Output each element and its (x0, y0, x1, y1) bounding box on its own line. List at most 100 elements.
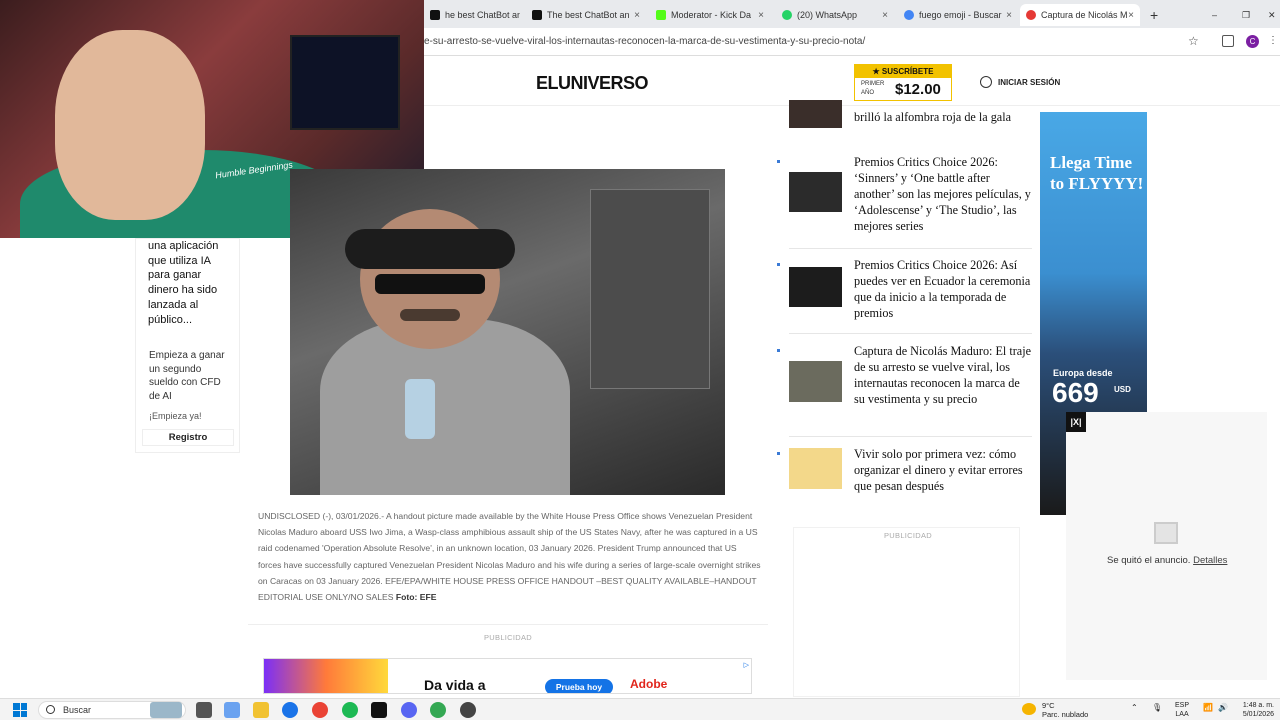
related-item-4[interactable]: Captura de Nicolás Maduro: El traje de s… (777, 343, 1032, 428)
ad-try-button[interactable]: Prueba hoy (545, 679, 613, 693)
tab-chatbot-2[interactable]: The best ChatBot an × (526, 4, 646, 26)
chevron-up-icon[interactable]: ⌃ (1131, 703, 1138, 712)
related-item-5[interactable]: Vivir solo por primera vez: cómo organiz… (777, 446, 1032, 501)
obs-icon[interactable] (460, 702, 476, 718)
chrome-profile-icon[interactable] (430, 702, 446, 718)
language-indicator[interactable]: ESP LAA (1175, 701, 1189, 719)
microphone-icon[interactable]: 🎙 (1152, 703, 1162, 712)
related-thumb[interactable] (789, 100, 842, 128)
maximize-icon[interactable]: ❐ (1236, 4, 1252, 26)
widgets-icon[interactable] (150, 702, 182, 718)
related-title[interactable]: Premios Critics Choice 2026: ‘Sinners’ y… (854, 154, 1032, 234)
weather-temp: 9°C (1042, 701, 1055, 710)
spotify-icon[interactable] (342, 702, 358, 718)
register-button[interactable]: Registro (142, 429, 234, 446)
photo-credit: Foto: EFE (395, 592, 437, 603)
login-label: INICIAR SESIÓN (998, 77, 1061, 87)
profile-avatar[interactable]: C (1246, 35, 1259, 48)
list-bullet (777, 160, 780, 163)
task-view-icon[interactable] (196, 702, 212, 718)
extensions-icon[interactable] (1222, 35, 1234, 47)
site-logo[interactable]: ELUNIVERSO (536, 73, 649, 94)
new-tab-button[interactable]: + (1144, 4, 1164, 26)
tab-chatbot-1[interactable]: he best ChatBot an × (424, 4, 520, 26)
weather-icon (1022, 703, 1036, 715)
left-ad-description: Empieza a ganar un segundo sueldo con CF… (149, 350, 225, 402)
tab-label: he best ChatBot an (445, 10, 520, 20)
list-bullet (777, 263, 780, 266)
close-window-icon[interactable]: ✕ (1262, 4, 1278, 26)
close-icon[interactable]: × (1128, 10, 1134, 21)
list-bullet (777, 349, 780, 352)
copilot-icon[interactable] (224, 702, 240, 718)
tab-whatsapp[interactable]: (20) WhatsApp × (776, 4, 894, 26)
related-item-2[interactable]: Premios Critics Choice 2026: ‘Sinners’ y… (777, 154, 1032, 244)
related-title[interactable]: Captura de Nicolás Maduro: El traje de s… (854, 343, 1032, 407)
tab-label: (20) WhatsApp (797, 10, 858, 20)
related-item-1[interactable]: brilló la alfombra roja de la gala (777, 100, 1032, 140)
left-ad-cta[interactable]: ¡Empieza ya! (149, 411, 202, 421)
photo-bottle (405, 379, 435, 439)
clock[interactable]: 1:48 a. m. 5/01/2026 (1236, 701, 1274, 719)
close-icon[interactable]: × (1006, 10, 1012, 21)
ad-brand: Adobe (630, 677, 668, 691)
tab-label: Moderator - Kick Da (671, 10, 752, 20)
bookmark-star-icon[interactable]: ☆ (1188, 34, 1199, 48)
clock-time: 1:48 a. m. (1242, 702, 1274, 709)
related-thumb[interactable] (789, 361, 842, 402)
tab-kick[interactable]: Moderator - Kick Da × (650, 4, 770, 26)
file-explorer-icon[interactable] (253, 702, 269, 718)
minimize-icon[interactable]: – (1206, 4, 1222, 26)
ad-headline: Da vida a (424, 677, 486, 693)
volume-icon[interactable]: 🔊 (1218, 703, 1228, 712)
close-icon[interactable]: × (882, 10, 888, 21)
tab-google[interactable]: fuego emoji - Buscar × (898, 4, 1018, 26)
caption-text: UNDISCLOSED (-), 03/01/2026.- A handout … (258, 511, 761, 603)
weather-widget[interactable]: 9°C Parc. nublado (1022, 701, 1088, 719)
side-ad-headline: Llega Time to FLYYYY! (1050, 153, 1144, 193)
divider (789, 436, 1032, 437)
streamer-face (55, 30, 205, 220)
subscribe-button[interactable]: ★ SUSCRÍBETE PRIMER AÑO $12.00 (854, 64, 952, 101)
kick-icon (656, 10, 666, 20)
wifi-icon[interactable]: 📶 (1203, 703, 1213, 712)
related-thumb[interactable] (789, 448, 842, 489)
close-icon[interactable]: × (634, 10, 640, 21)
divider (789, 248, 1032, 249)
related-title[interactable]: brilló la alfombra roja de la gala (854, 109, 1032, 125)
app-icon[interactable] (371, 702, 387, 718)
photo-glasses (375, 274, 485, 294)
related-title[interactable]: Vivir solo por primera vez: cómo organiz… (854, 446, 1032, 494)
taskbar: Buscar 9°C Parc. nublado ⌃ 🎙 ESP LAA 📶 🔊… (0, 698, 1280, 720)
article-photo (290, 169, 725, 495)
tab-label: Captura de Nicolás M (1041, 10, 1128, 20)
subscribe-price-box: PRIMER AÑO $12.00 (855, 78, 951, 100)
close-icon[interactable]: × (758, 10, 764, 21)
photo-caption: UNDISCLOSED (-), 03/01/2026.- A handout … (258, 508, 761, 605)
whatsapp-icon (782, 10, 792, 20)
windows-start-icon[interactable] (13, 703, 27, 717)
discord-icon[interactable] (401, 702, 417, 718)
related-title[interactable]: Premios Critics Choice 2026: Así puedes … (854, 257, 1032, 321)
login-button[interactable]: INICIAR SESIÓN (980, 76, 1060, 88)
tab-active-article[interactable]: Captura de Nicolás M × (1020, 4, 1140, 26)
url-field[interactable]: e-su-arresto-se-vuelve-viral-los-interna… (424, 36, 865, 47)
menu-dots-icon[interactable]: ⋮ (1268, 35, 1280, 47)
chrome-icon[interactable] (312, 702, 328, 718)
related-thumb[interactable] (789, 172, 842, 212)
taskbar-search-label: Buscar (63, 705, 92, 715)
tab-label: The best ChatBot an (547, 10, 630, 20)
adchoices-icon[interactable]: ▷ (744, 661, 749, 669)
related-thumb[interactable] (789, 267, 842, 307)
bottom-ad-banner[interactable]: Da vida a Prueba hoy Adobe ▷ (263, 658, 752, 694)
left-ad-title[interactable]: una aplicación que utiliza IA para ganar… (148, 239, 230, 327)
ad-details-link[interactable]: Detalles (1193, 555, 1227, 566)
photo-panel (590, 189, 710, 389)
subscribe-text: SUSCRÍBETE (881, 67, 934, 76)
edge-icon[interactable] (282, 702, 298, 718)
ad-close-button[interactable]: |X| (1066, 412, 1086, 432)
side-ad-currency: USD (1114, 385, 1131, 394)
related-item-3[interactable]: Premios Critics Choice 2026: Así puedes … (777, 257, 1032, 327)
left-ad-card[interactable]: una aplicación que utiliza IA para ganar… (135, 238, 240, 453)
subscribe-label: ★ SUSCRÍBETE (855, 65, 951, 78)
